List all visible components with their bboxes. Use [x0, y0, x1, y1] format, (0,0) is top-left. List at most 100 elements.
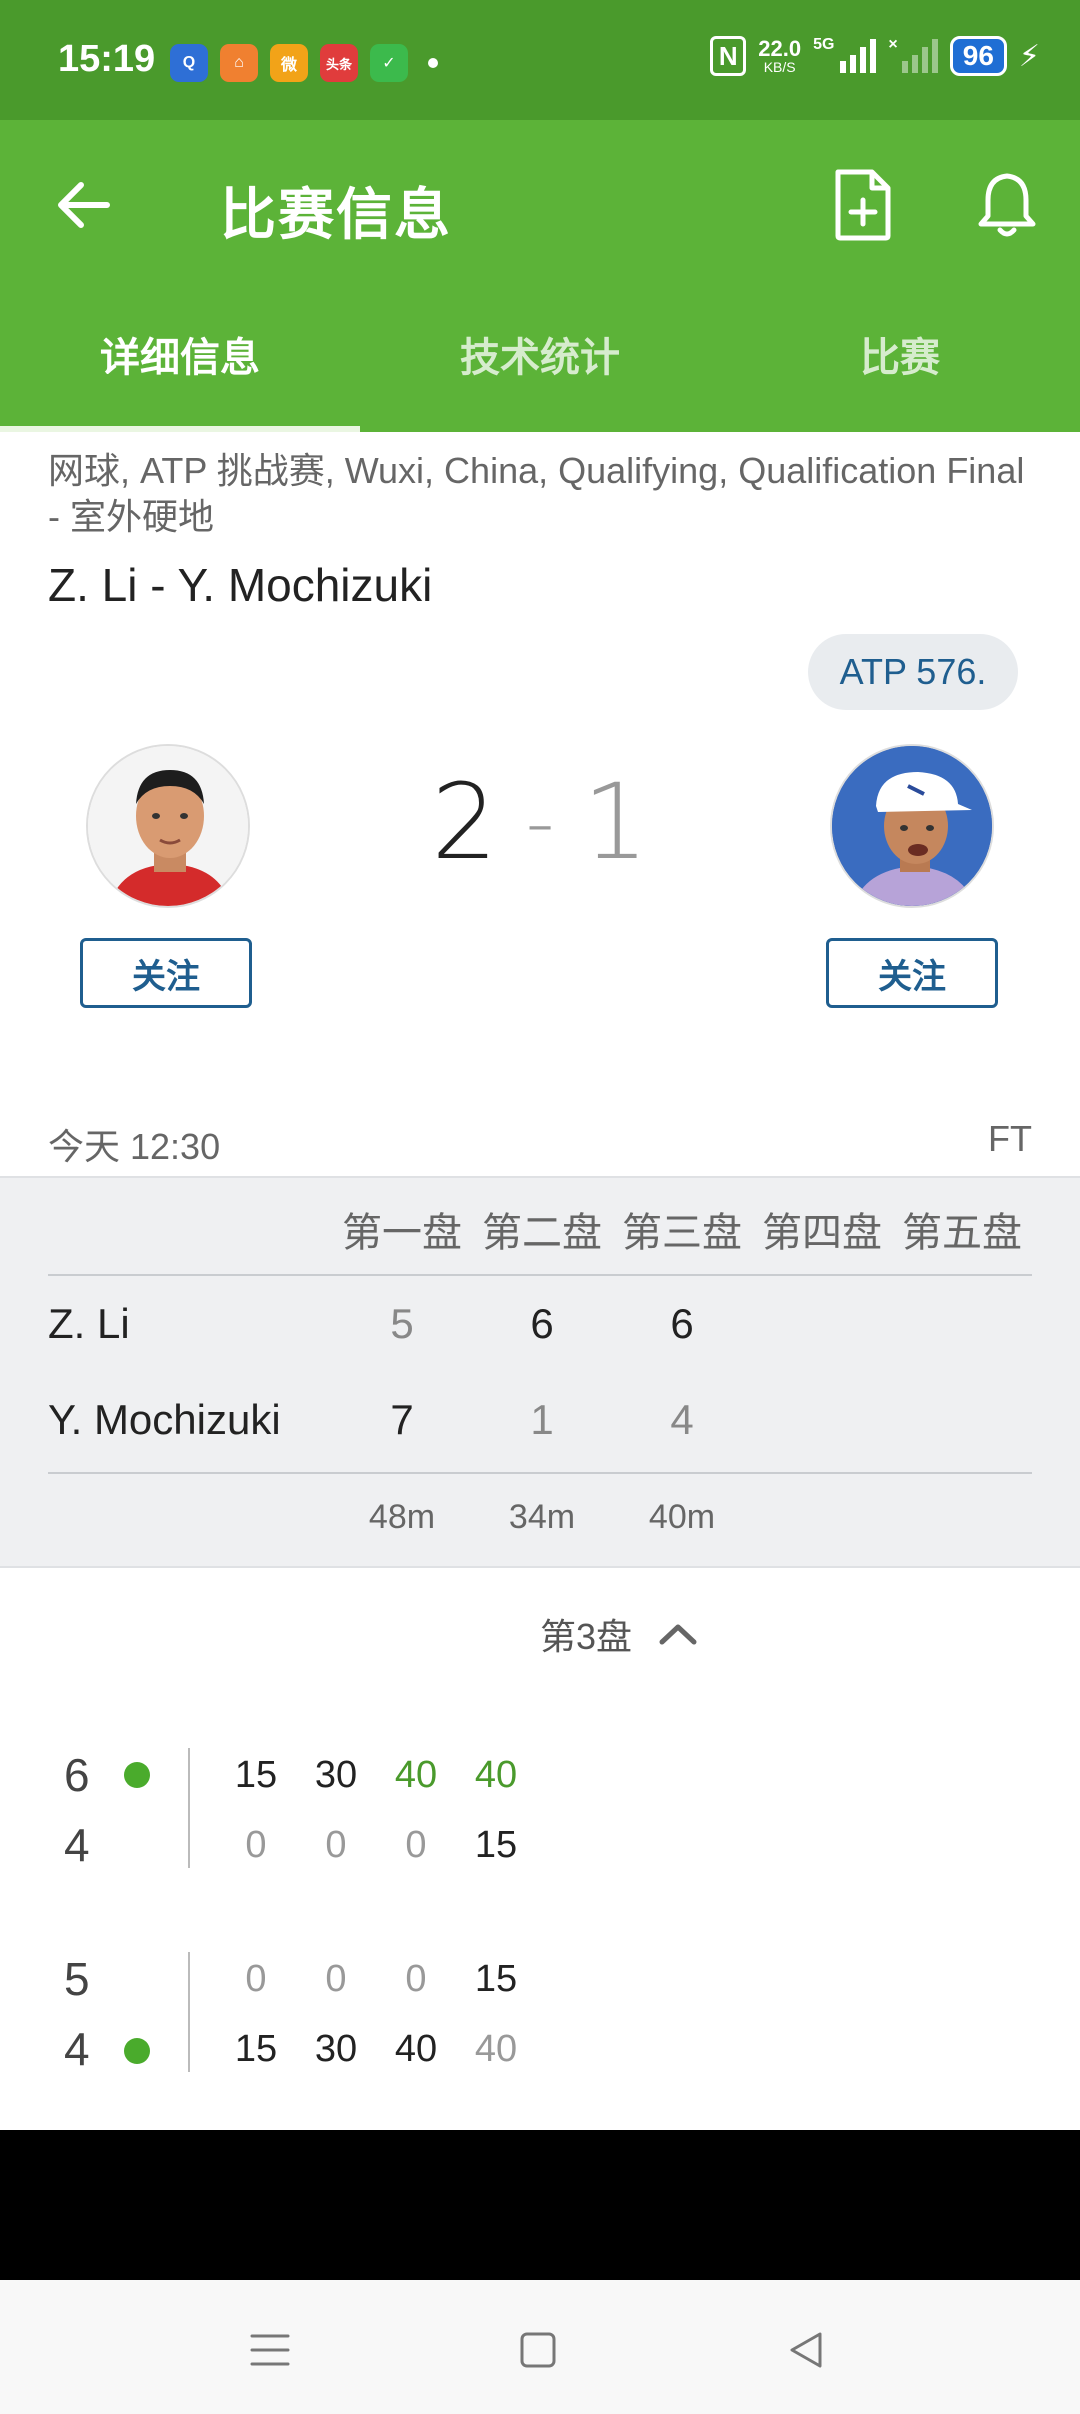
points-row-bottom: 0 0 0 15 — [216, 1824, 536, 1867]
news-app-icon: Q — [170, 44, 208, 82]
set-score: 5 — [390, 1300, 414, 1347]
more-notifications-dot — [428, 58, 438, 68]
menu-icon[interactable] — [240, 2320, 300, 2380]
home-app-icon: ⌂ — [220, 44, 258, 82]
set-header-3: 第三盘 — [622, 1211, 742, 1255]
back-arrow-icon[interactable] — [48, 170, 118, 240]
set-duration: 48m — [368, 1498, 436, 1536]
tab-details[interactable]: 详细信息 — [0, 276, 360, 432]
game-point-block: 6 4 15 30 40 40 0 0 0 15 — [0, 1748, 1080, 1878]
point-value: 30 — [314, 1754, 358, 1796]
system-nav-bar — [0, 2280, 1080, 2414]
divider — [48, 1274, 1032, 1276]
network-speed-unit: KB/S — [763, 59, 796, 75]
status-time: 15:19 — [58, 38, 156, 80]
network-speed: 22.0 KB/S — [758, 36, 802, 75]
point-value: 15 — [474, 1958, 518, 2000]
serving-indicator — [124, 1762, 150, 1788]
player-name-away: Y. Mochizuki — [48, 1396, 281, 1443]
set-selector[interactable]: 第3盘 — [540, 1608, 698, 1660]
set-score: 6 — [670, 1300, 694, 1347]
point-value: 0 — [245, 1958, 267, 2000]
nfc-icon: N — [710, 36, 747, 76]
network-speed-value: 22.0 — [758, 36, 802, 61]
signal-strength-icon — [840, 39, 877, 73]
point-value: 40 — [394, 1754, 438, 1796]
score-home: 2 — [431, 761, 498, 883]
toutiao-app-icon: 头条 — [320, 44, 358, 82]
set-scores-home: 5 6 6 — [332, 1300, 752, 1348]
point-value: 0 — [325, 1824, 347, 1866]
game-point-block: 5 4 0 0 0 15 15 30 40 40 — [0, 1952, 1080, 2082]
green-app-icon: ✓ — [370, 44, 408, 82]
player-avatar-away[interactable] — [830, 744, 994, 908]
sets-score-table: 第一盘 第二盘 第三盘 第四盘 第五盘 Z. Li 5 6 6 Y. Mochi… — [0, 1176, 1080, 1568]
score-separator: - — [525, 775, 555, 869]
point-value: 30 — [314, 2028, 358, 2070]
tournament-info: 网球, ATP 挑战赛, Wuxi, China, Qualifying, Qu… — [48, 450, 1025, 537]
no-signal-mark: × — [888, 36, 898, 53]
tab-statistics[interactable]: 技术统计 — [360, 276, 720, 432]
point-value: 0 — [245, 1824, 267, 1866]
status-indicators: N 22.0 KB/S 5G × 96 ⚡ — [710, 36, 1040, 76]
set-duration: 40m — [648, 1498, 716, 1536]
point-value: 0 — [405, 1958, 427, 2000]
sets-header: 第一盘 第二盘 第三盘 第四盘 第五盘 — [332, 1200, 1032, 1258]
set-score: 6 — [530, 1300, 554, 1347]
add-document-icon[interactable] — [830, 168, 896, 242]
page-title: 比赛信息 — [220, 183, 452, 246]
match-time-row: 今天 12:30 FT — [48, 1118, 1032, 1170]
match-score: 2 - 1 — [430, 761, 650, 883]
match-status: FT — [988, 1118, 1032, 1159]
match-title: Z. Li - Y. Mochizuki — [48, 559, 433, 611]
notification-app-icons: Q ⌂ 微 头条 ✓ — [170, 44, 438, 82]
game-score-top: 6 — [64, 1749, 90, 1801]
set-header-2: 第二盘 — [482, 1211, 602, 1255]
battery-level: 96 — [949, 36, 1007, 76]
back-triangle-icon[interactable] — [776, 2320, 836, 2380]
game-score-bottom: 4 — [64, 1819, 90, 1871]
divider — [48, 1472, 1032, 1474]
table-row-away: Y. Mochizuki 7 1 4 — [48, 1386, 1038, 1456]
point-value: 15 — [234, 2028, 278, 2070]
player-avatar-home[interactable] — [86, 744, 250, 908]
weibo-app-icon: 微 — [270, 44, 308, 82]
set-duration: 34m — [508, 1498, 576, 1536]
set-selector-label: 第3盘 — [540, 1616, 633, 1657]
game-score-top: 5 — [64, 1953, 90, 2005]
set-header-1: 第一盘 — [342, 1211, 462, 1255]
signal-strength-2-icon — [901, 39, 938, 73]
ad-banner[interactable] — [0, 2130, 1080, 2280]
follow-away-button[interactable]: 关注 — [826, 938, 998, 1008]
point-value: 15 — [234, 1754, 278, 1796]
set-header-4: 第四盘 — [762, 1211, 882, 1255]
status-bar: 15:19 Q ⌂ 微 头条 ✓ N 22.0 KB/S 5G × 96 ⚡ — [0, 0, 1080, 120]
serving-indicator — [124, 2038, 150, 2064]
points-row-top: 0 0 0 15 — [216, 1958, 536, 2001]
network-type: 5G — [813, 36, 835, 53]
app-bar: 比赛信息 — [0, 120, 1080, 276]
set-score: 1 — [530, 1396, 554, 1443]
set-header-5: 第五盘 — [902, 1211, 1022, 1255]
tab-match[interactable]: 比赛 — [720, 276, 1080, 432]
point-value: 0 — [405, 1824, 427, 1866]
notification-bell-icon[interactable] — [974, 168, 1040, 242]
game-score-bottom: 4 — [64, 2023, 90, 2075]
point-value: 0 — [325, 1958, 347, 2000]
set-score: 4 — [670, 1396, 694, 1443]
points-row-bottom: 15 30 40 40 — [216, 2028, 536, 2071]
ranking-badge[interactable]: ATP 576. — [808, 634, 1018, 710]
point-value: 15 — [474, 1824, 518, 1866]
follow-home-button[interactable]: 关注 — [80, 938, 252, 1008]
divider — [188, 1952, 190, 2072]
match-start-time: 今天 12:30 — [48, 1126, 221, 1167]
score-away: 1 — [582, 761, 649, 883]
point-value: 40 — [474, 1754, 518, 1796]
set-durations: 48m 34m 40m — [332, 1498, 752, 1537]
set-scores-away: 7 1 4 — [332, 1396, 752, 1444]
charging-icon: ⚡ — [1018, 39, 1040, 73]
table-row-home: Z. Li 5 6 6 — [48, 1290, 1038, 1360]
set-score: 7 — [390, 1396, 414, 1443]
player-name-home: Z. Li — [48, 1300, 130, 1347]
home-square-icon[interactable] — [508, 2320, 568, 2380]
